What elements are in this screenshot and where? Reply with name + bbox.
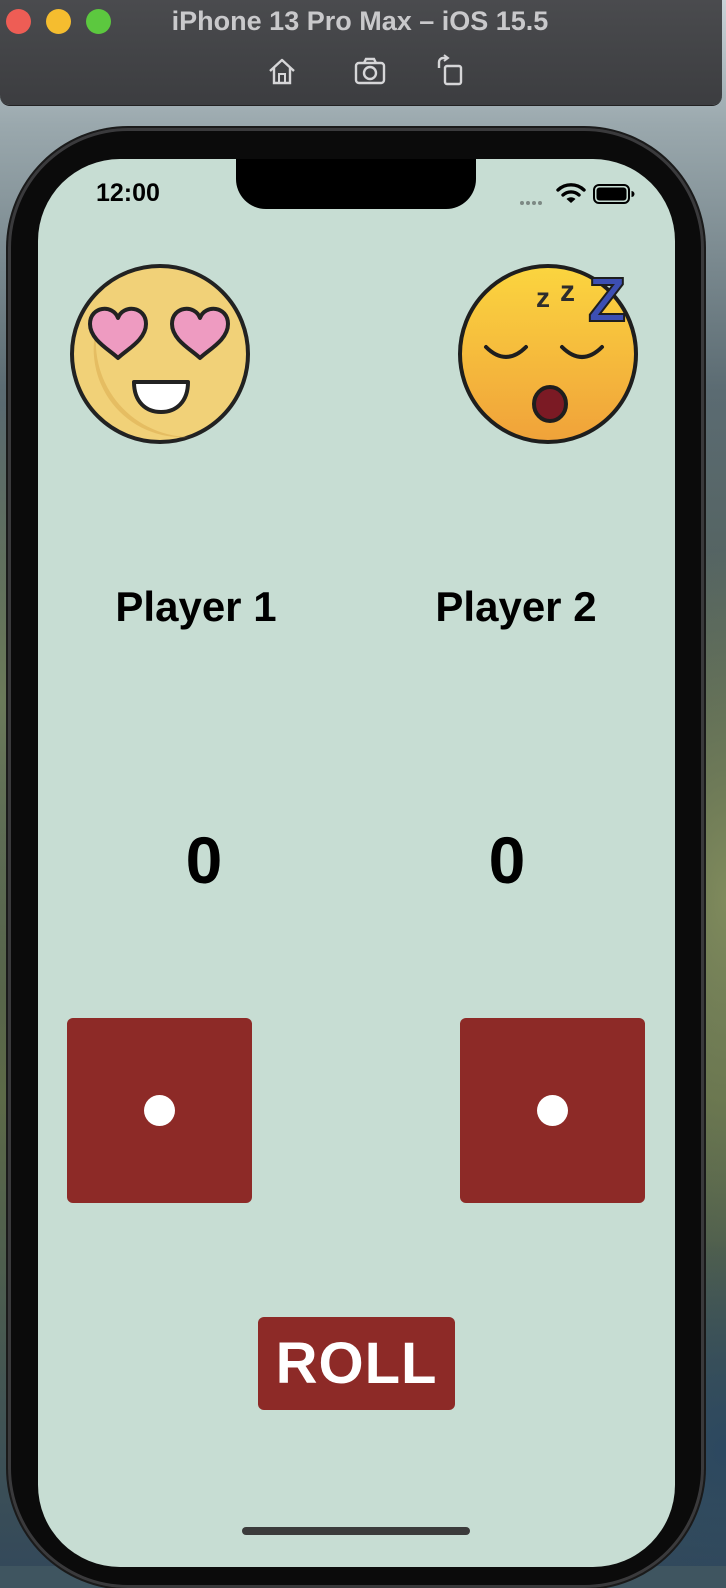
- player-1-name: Player 1: [115, 583, 277, 630]
- simulator-title: iPhone 13 Pro Max – iOS 15.5: [171, 6, 549, 36]
- player-1-score: 0: [185, 823, 223, 897]
- battery-icon: [593, 183, 635, 205]
- roll-button[interactable]: ROLL: [258, 1317, 455, 1410]
- close-window-button[interactable]: [6, 9, 31, 34]
- player-1-die: [67, 1018, 252, 1203]
- player-2-name: Player 2: [435, 583, 597, 630]
- svg-text:Z: Z: [588, 266, 626, 335]
- die-pip: [537, 1095, 568, 1126]
- cellular-signal-icon: [520, 192, 544, 210]
- app-screen: 12:00 z z Z Player 1 Player 2 0 0 ROLL: [38, 159, 675, 1567]
- simulator-title-bar: iPhone 13 Pro Max – iOS 15.5: [0, 0, 722, 105]
- die-pip: [144, 1095, 175, 1126]
- status-time: 12:00: [96, 179, 160, 207]
- svg-text:z: z: [560, 275, 575, 308]
- sleeping-emoji: z z Z: [458, 259, 643, 444]
- wifi-icon: [556, 181, 586, 205]
- home-indicator[interactable]: [242, 1527, 470, 1535]
- rotate-icon[interactable]: [433, 54, 467, 88]
- minimize-window-button[interactable]: [46, 9, 71, 34]
- zoom-window-button[interactable]: [86, 9, 111, 34]
- player-2-die: [460, 1018, 645, 1203]
- notch: [236, 159, 476, 209]
- heart-eyes-emoji: [68, 262, 253, 447]
- home-icon[interactable]: [265, 54, 299, 88]
- svg-text:z: z: [536, 282, 550, 313]
- screenshot-icon[interactable]: [353, 54, 387, 88]
- player-2-score: 0: [488, 823, 526, 897]
